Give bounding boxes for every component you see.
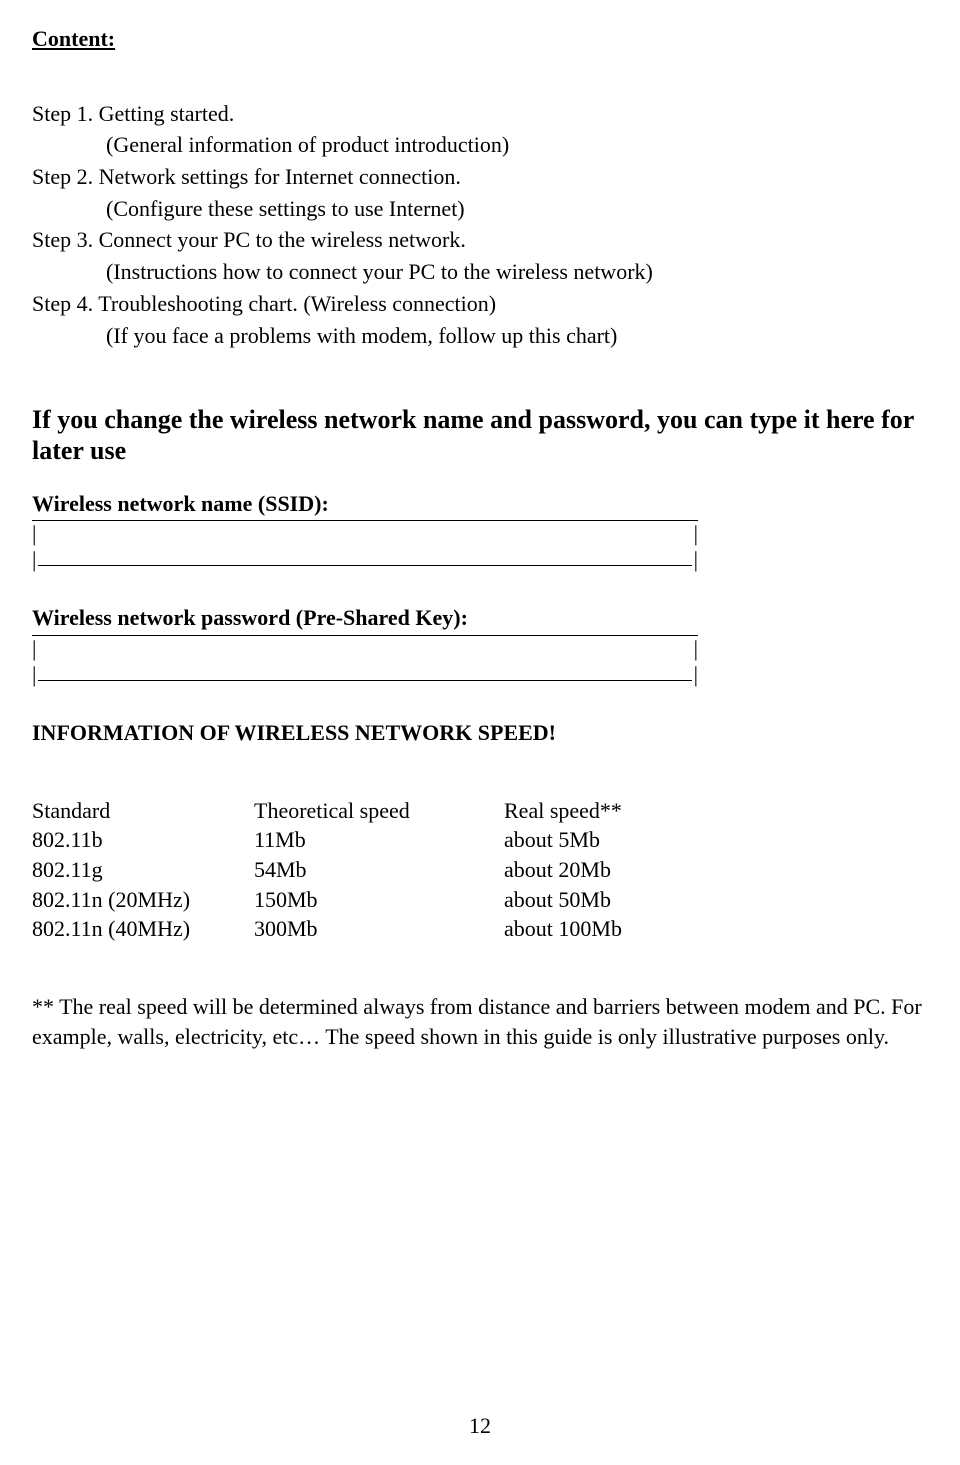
cell-theoretical: 54Mb xyxy=(254,855,504,885)
page-number: 12 xyxy=(0,1411,960,1441)
blank-line-mid: || xyxy=(32,521,698,545)
table-header-row: Standard Theoretical speed Real speed** xyxy=(32,796,754,826)
steps-list: Step 1. Getting started. (General inform… xyxy=(32,99,928,351)
cell-theoretical: 300Mb xyxy=(254,914,504,944)
cell-real: about 50Mb xyxy=(504,885,754,915)
table-row: 802.11n (40MHz) 300Mb about 100Mb xyxy=(32,914,754,944)
blank-line-mid-2: || xyxy=(32,636,698,660)
blank-line-bottom-2: | | xyxy=(32,660,698,688)
info-header: INFORMATION OF WIRELESS NETWORK SPEED! xyxy=(32,718,928,748)
content-heading: Content: xyxy=(32,24,928,54)
step-1-title: Step 1. Getting started. xyxy=(32,99,928,129)
step-2-sub: (Configure these settings to use Interne… xyxy=(32,194,928,224)
step-2-title: Step 2. Network settings for Internet co… xyxy=(32,162,928,192)
step-3-title: Step 3. Connect your PC to the wireless … xyxy=(32,225,928,255)
table-header-theoretical: Theoretical speed xyxy=(254,796,504,826)
table-row: 802.11g 54Mb about 20Mb xyxy=(32,855,754,885)
note-text: If you change the wireless network name … xyxy=(32,404,928,466)
step-3: Step 3. Connect your PC to the wireless … xyxy=(32,225,928,286)
table-row: 802.11b 11Mb about 5Mb xyxy=(32,825,754,855)
ssid-blank-box: || | | xyxy=(32,520,928,573)
cell-standard: 802.11n (20MHz) xyxy=(32,885,254,915)
cell-theoretical: 150Mb xyxy=(254,885,504,915)
speed-table: Standard Theoretical speed Real speed** … xyxy=(32,796,754,944)
table-header-standard: Standard xyxy=(32,796,254,826)
step-2: Step 2. Network settings for Internet co… xyxy=(32,162,928,223)
table-row: 802.11n (20MHz) 150Mb about 50Mb xyxy=(32,885,754,915)
cell-standard: 802.11n (40MHz) xyxy=(32,914,254,944)
step-4-title: Step 4. Troubleshooting chart. (Wireless… xyxy=(32,289,928,319)
table-header-real: Real speed** xyxy=(504,796,754,826)
step-1-sub: (General information of product introduc… xyxy=(32,130,928,160)
footnote-text: ** The real speed will be determined alw… xyxy=(32,992,928,1051)
cell-real: about 5Mb xyxy=(504,825,754,855)
cell-real: about 20Mb xyxy=(504,855,754,885)
psk-blank-box: || | | xyxy=(32,635,928,688)
cell-standard: 802.11b xyxy=(32,825,254,855)
step-4-sub: (If you face a problems with modem, foll… xyxy=(32,321,928,351)
cell-real: about 100Mb xyxy=(504,914,754,944)
step-3-sub: (Instructions how to connect your PC to … xyxy=(32,257,928,287)
blank-line-bottom: | | xyxy=(32,545,698,573)
step-4: Step 4. Troubleshooting chart. (Wireless… xyxy=(32,289,928,350)
step-1: Step 1. Getting started. (General inform… xyxy=(32,99,928,160)
cell-theoretical: 11Mb xyxy=(254,825,504,855)
cell-standard: 802.11g xyxy=(32,855,254,885)
ssid-label: Wireless network name (SSID): xyxy=(32,489,928,519)
psk-label: Wireless network password (Pre-Shared Ke… xyxy=(32,603,928,633)
